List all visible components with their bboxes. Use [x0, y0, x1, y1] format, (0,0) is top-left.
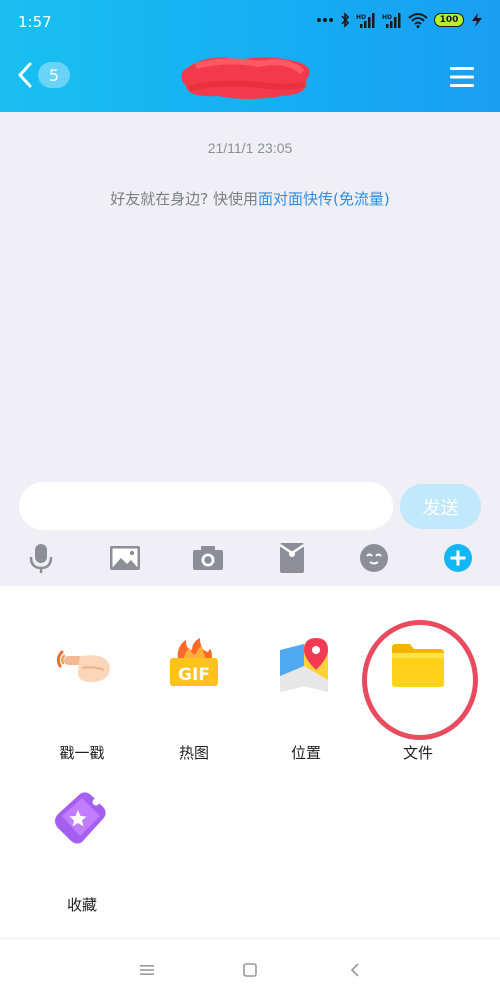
system-navigation-bar	[0, 938, 500, 999]
red-packet-icon	[279, 543, 305, 573]
camera-button[interactable]	[190, 540, 226, 576]
emoji-button[interactable]	[356, 540, 392, 576]
location-icon	[280, 638, 328, 692]
face-to-face-transfer-link[interactable]: 面对面快传(免流量)	[258, 190, 390, 208]
voice-button[interactable]	[23, 540, 59, 576]
panel-item-favorites[interactable]: 收藏	[32, 788, 132, 914]
panel-item-poke[interactable]: 戳一戳	[32, 636, 132, 762]
hamburger-menu-icon	[450, 67, 474, 87]
unread-count-badge: 5	[38, 62, 70, 88]
chat-message-area: 21/11/1 23:05 好友就在身边? 快使用面对面快传(免流量) 发送	[0, 112, 500, 586]
wifi-icon	[408, 13, 428, 28]
folder-icon	[392, 644, 444, 687]
camera-icon	[193, 546, 223, 570]
system-back-button[interactable]	[344, 959, 366, 981]
chevron-left-icon	[18, 62, 32, 88]
panel-item-gif[interactable]: GIF 热图	[144, 636, 244, 762]
plus-icon	[444, 544, 472, 572]
status-icons: HD HD 100	[316, 12, 484, 28]
status-time: 1:57	[18, 13, 52, 31]
menu-button[interactable]	[450, 66, 474, 92]
charging-icon	[472, 13, 482, 27]
microphone-icon	[29, 544, 53, 573]
gif-icon: GIF	[170, 638, 218, 686]
battery-indicator: 100	[434, 13, 464, 27]
panel-item-label-poke: 戳一戳	[59, 744, 105, 762]
message-timestamp: 21/11/1 23:05	[207, 140, 293, 156]
image-icon	[110, 546, 140, 570]
svg-text:HD: HD	[382, 14, 392, 21]
panel-item-label-file: 文件	[402, 744, 433, 762]
system-tip: 好友就在身边? 快使用面对面快传(免流量)	[0, 188, 500, 209]
panel-item-location[interactable]: 位置	[256, 636, 356, 762]
panel-item-file[interactable]: 文件	[368, 636, 468, 762]
chevron-left-icon	[350, 963, 359, 977]
chat-header: 1:57 HD HD 100 5	[0, 0, 500, 112]
recent-apps-button[interactable]	[136, 959, 158, 981]
back-button[interactable]: 5	[18, 62, 70, 88]
more-plus-button[interactable]	[440, 540, 476, 576]
send-button[interactable]: 发送	[400, 484, 481, 529]
svg-text:HD: HD	[356, 14, 366, 21]
home-button[interactable]	[239, 959, 261, 981]
panel-item-label-favorites: 收藏	[66, 896, 97, 914]
more-dots-icon	[317, 18, 333, 22]
battery-level: 100	[439, 15, 459, 25]
panel-item-label-location: 位置	[290, 744, 321, 762]
panel-item-label-gif: 热图	[178, 744, 209, 762]
gif-icon-text: GIF	[178, 665, 210, 685]
image-button[interactable]	[107, 540, 143, 576]
status-bar: 1:57 HD HD 100	[0, 0, 500, 46]
bluetooth-icon	[341, 12, 350, 28]
system-tip-text: 好友就在身边? 快使用	[110, 190, 258, 208]
nav-bar: 5	[0, 46, 500, 112]
extra-functions-panel: 戳一戳 GIF 热图 位置 文件 收藏	[0, 586, 500, 938]
signal-hd-icon-2: HD	[382, 13, 401, 28]
emoji-icon	[360, 544, 388, 572]
square-home-icon	[243, 963, 257, 977]
poke-icon	[56, 650, 110, 682]
favorites-icon	[55, 790, 108, 844]
menu-lines-icon	[140, 965, 154, 975]
signal-hd-icon-1: HD	[356, 13, 375, 28]
redacted-chat-title	[181, 57, 310, 99]
message-input[interactable]	[19, 482, 393, 530]
red-packet-button[interactable]	[274, 540, 310, 576]
